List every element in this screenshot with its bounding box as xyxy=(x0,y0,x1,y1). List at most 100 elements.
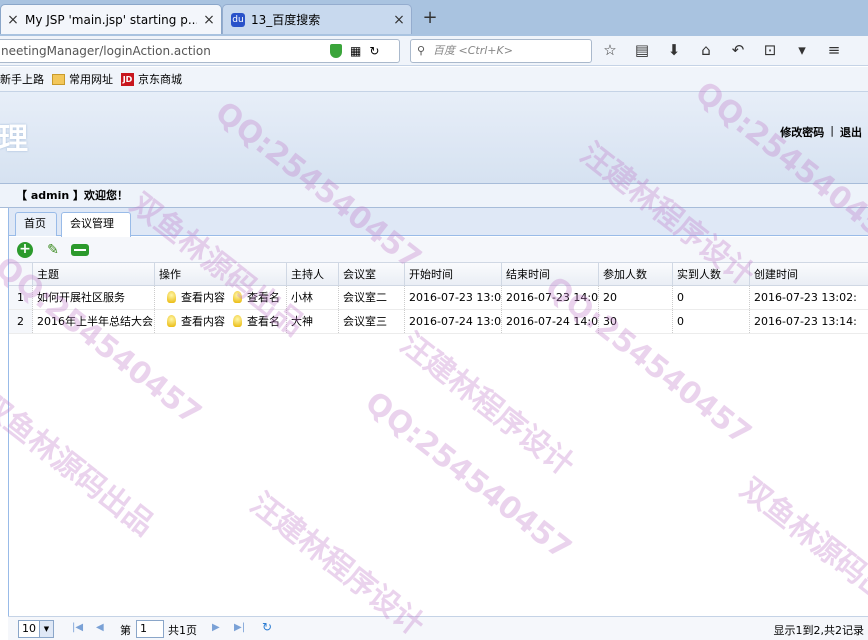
undo-icon[interactable]: ↶ xyxy=(728,41,748,59)
bookmark-label: 常用网址 xyxy=(69,73,113,86)
browser-toolbar: ☆ ▤ ⬇ ⌂ ↶ ⊡ ▾ ≡ xyxy=(600,41,844,59)
view-names-link[interactable]: 查看名 xyxy=(247,291,280,304)
page-size-value: 10 xyxy=(22,622,36,635)
reload-icon[interactable]: ↻ xyxy=(369,44,379,58)
bookmark-item[interactable]: JD 京东商城 xyxy=(121,71,182,87)
last-page-icon[interactable]: ▶| xyxy=(234,622,245,633)
view-content-link[interactable]: 查看内容 xyxy=(181,315,225,328)
panel-tab-strip: 首页 会议管理× xyxy=(9,208,868,252)
lightbulb-icon xyxy=(167,291,176,303)
search-icon: ⚲ xyxy=(417,44,426,57)
bookmark-star-icon[interactable]: ☆ xyxy=(600,41,620,59)
column-header[interactable]: 主题 xyxy=(33,263,155,285)
browser-tab-title: 13_百度搜索 xyxy=(251,13,321,27)
bookmark-item[interactable]: 常用网址 xyxy=(52,71,113,87)
new-tab-button[interactable]: + xyxy=(418,6,442,30)
app-header: 理 修改密码 | 退出 xyxy=(0,92,868,184)
folder-icon xyxy=(52,73,65,85)
address-bar-icons: ▦ ↻ xyxy=(330,44,379,58)
table-row[interactable]: 2 2016年上半年总结大会 查看内容 查看名 大神 会议室三 2016-07-2… xyxy=(9,310,868,334)
next-page-icon[interactable]: ▶ xyxy=(212,622,220,633)
prev-page-icon[interactable]: ◀ xyxy=(96,622,104,633)
add-button[interactable]: + xyxy=(17,242,33,258)
view-content-link[interactable]: 查看内容 xyxy=(181,291,225,304)
download-icon[interactable]: ⬇ xyxy=(664,41,684,59)
browser-tab-title: My JSP 'main.jsp' starting p... xyxy=(25,12,197,27)
column-header[interactable]: 主持人 xyxy=(287,263,339,285)
logout-link[interactable]: 退出 xyxy=(840,124,862,140)
cell-join-count: 30 xyxy=(599,310,673,333)
pagination-summary: 显示1到2,共2记录 xyxy=(773,624,865,637)
page-number-input[interactable]: 1 xyxy=(136,620,164,638)
close-tab-icon[interactable]: × xyxy=(387,12,411,28)
app-title: 理 xyxy=(0,122,28,157)
jd-logo-icon: JD xyxy=(121,72,134,86)
pagination-bar: 10 ▼ |◀ ◀ 第 1 共1页 ▶ ▶| ↻ 显示1到2,共2记录 xyxy=(8,616,868,640)
first-page-icon[interactable]: |◀ xyxy=(72,622,83,633)
browser-nav-bar: neetingManager/loginAction.action ▦ ↻ ⚲ … xyxy=(0,36,868,66)
grid-header-row: 主题 操作 主持人 会议室 开始时间 结束时间 参加人数 实到人数 创建时间 xyxy=(9,263,868,286)
cell-created-time: 2016-07-23 13:02: xyxy=(750,286,868,309)
cell-room: 会议室三 xyxy=(339,310,405,333)
column-header[interactable]: 创建时间 xyxy=(750,263,868,285)
page-size-select[interactable]: 10 ▼ xyxy=(18,620,54,638)
change-password-link[interactable]: 修改密码 xyxy=(780,124,824,140)
total-pages: 共1页 xyxy=(168,624,197,637)
cell-end-time: 2016-07-23 14:01 xyxy=(502,286,599,309)
table-row[interactable]: 1 如何开展社区服务 查看内容 查看名 小林 会议室二 2016-07-23 13… xyxy=(9,286,868,310)
search-input[interactable]: ⚲ 百度 <Ctrl+K> xyxy=(410,39,592,63)
cell-join-count: 20 xyxy=(599,286,673,309)
chevron-down-icon: ▼ xyxy=(39,621,53,637)
column-header[interactable]: 开始时间 xyxy=(405,263,502,285)
shield-icon[interactable] xyxy=(330,44,342,58)
crop-icon[interactable]: ⊡ xyxy=(760,41,780,59)
header-rownum xyxy=(9,263,33,285)
tab-meeting-label: 会议管理 xyxy=(70,217,114,230)
content-panel: 首页 会议管理× + ✎ 主题 操作 主持人 会议室 开始时间 结束时间 参加人… xyxy=(8,208,868,640)
reading-list-icon[interactable]: ▤ xyxy=(632,41,652,59)
cell-room: 会议室二 xyxy=(339,286,405,309)
search-placeholder: 百度 <Ctrl+K> xyxy=(433,44,513,57)
lightbulb-icon xyxy=(233,315,242,327)
column-header[interactable]: 参加人数 xyxy=(599,263,673,285)
lightbulb-icon xyxy=(167,315,176,327)
meeting-grid: 主题 操作 主持人 会议室 开始时间 结束时间 参加人数 实到人数 创建时间 1… xyxy=(9,263,868,334)
column-header[interactable]: 会议室 xyxy=(339,263,405,285)
lightbulb-icon xyxy=(233,291,242,303)
page-prefix: 第 xyxy=(120,624,131,637)
home-icon[interactable]: ⌂ xyxy=(696,41,716,59)
header-link-separator: | xyxy=(830,124,834,137)
column-header[interactable]: 结束时间 xyxy=(502,263,599,285)
bookmarks-bar: 新手上路 常用网址 JD 京东商城 xyxy=(0,67,868,92)
browser-tab-main[interactable]: × My JSP 'main.jsp' starting p... × xyxy=(0,4,222,34)
cell-created-time: 2016-07-23 13:14: xyxy=(750,310,868,333)
cell-operations: 查看内容 查看名 xyxy=(155,310,287,333)
cell-host: 小林 xyxy=(287,286,339,309)
refresh-icon[interactable]: ↻ xyxy=(262,620,272,634)
row-number: 1 xyxy=(9,286,33,309)
cell-title: 2016年上半年总结大会 xyxy=(33,310,155,333)
cell-end-time: 2016-07-24 14:00 xyxy=(502,310,599,333)
column-header[interactable]: 实到人数 xyxy=(673,263,750,285)
close-tab-icon[interactable]: × xyxy=(197,12,221,28)
chevron-down-icon[interactable]: ▾ xyxy=(792,41,812,59)
menu-icon[interactable]: ≡ xyxy=(824,41,844,59)
tab-home[interactable]: 首页 xyxy=(15,212,57,236)
header-links: 修改密码 | 退出 xyxy=(780,124,862,140)
column-header[interactable]: 操作 xyxy=(155,263,287,285)
edit-button[interactable]: ✎ xyxy=(45,242,61,258)
cell-operations: 查看内容 查看名 xyxy=(155,286,287,309)
cell-host: 大神 xyxy=(287,310,339,333)
tab-meeting-management[interactable]: 会议管理× xyxy=(61,212,131,252)
cell-actual-count: 0 xyxy=(673,310,750,333)
browser-tab-baidu[interactable]: du 13_百度搜索 × xyxy=(222,4,412,34)
view-names-link[interactable]: 查看名 xyxy=(247,315,280,328)
close-tab-icon[interactable]: × xyxy=(1,12,25,28)
bookmark-item[interactable]: 新手上路 xyxy=(0,71,44,87)
cell-start-time: 2016-07-24 13:00 xyxy=(405,310,502,333)
welcome-message: 【 admin 】欢迎您！ xyxy=(0,184,868,208)
qr-code-icon[interactable]: ▦ xyxy=(350,44,361,58)
delete-button[interactable] xyxy=(71,244,89,256)
cell-actual-count: 0 xyxy=(673,286,750,309)
cell-title: 如何开展社区服务 xyxy=(33,286,155,309)
